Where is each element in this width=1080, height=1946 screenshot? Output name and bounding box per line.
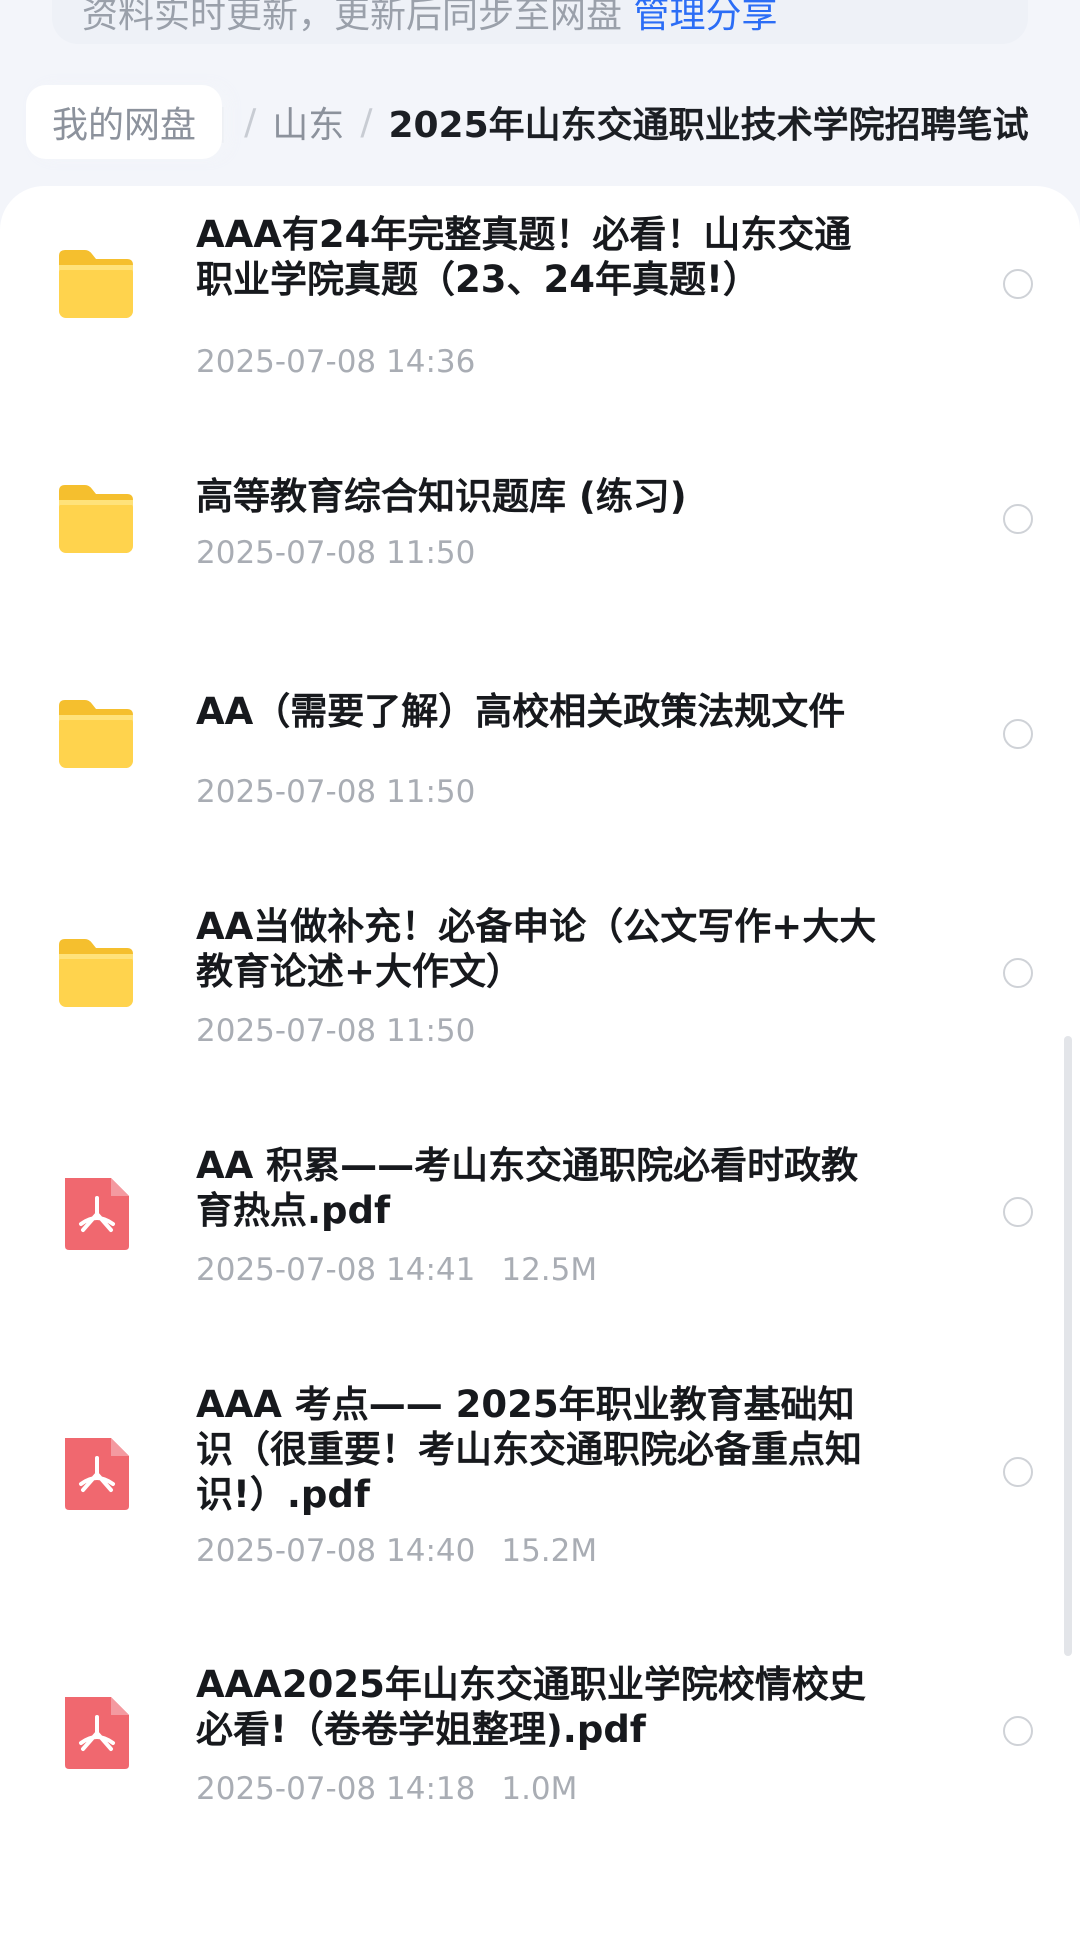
select-checkbox[interactable]: [1003, 504, 1033, 534]
file-name[interactable]: AAA 考点—— 2025年职业教育基础知识（很重要！考山东交通职院必备重点知识…: [196, 1382, 886, 1517]
breadcrumb: 我的网盘 | / 山东 / 2025年山东交通职业技术学院招聘笔试: [0, 72, 1080, 172]
file-date: 2025-07-08 14:18: [196, 1771, 476, 1807]
select-checkbox[interactable]: [1003, 269, 1033, 299]
manage-share-link[interactable]: 管理分享: [633, 0, 777, 36]
pdf-icon: [55, 1693, 137, 1769]
file-date: 2025-07-08 14:36: [196, 344, 476, 380]
file-date: 2025-07-08 14:41: [196, 1252, 476, 1288]
folder-icon: [55, 246, 137, 322]
file-name[interactable]: AA 积累——考山东交通职院必看时政教育热点.pdf: [196, 1143, 886, 1233]
file-name[interactable]: 高等教育综合知识题库 (练习): [196, 474, 886, 519]
file-meta: 2025-07-08 11:50: [196, 1013, 501, 1049]
select-checkbox[interactable]: [1003, 719, 1033, 749]
file-meta: 2025-07-08 11:50: [196, 535, 501, 571]
file-name[interactable]: AA（需要了解）高校相关政策法规文件: [196, 689, 886, 734]
notice-text: 资料实时更新，更新后同步至网盘 管理分享: [82, 0, 777, 38]
select-checkbox[interactable]: [1003, 1197, 1033, 1227]
file-size: 15.2M: [501, 1533, 598, 1569]
pdf-icon: [55, 1174, 137, 1250]
file-name[interactable]: AAA有24年完整真题！必看！山东交通职业学院真题（23、24年真题!）: [196, 212, 886, 302]
folder-icon: [55, 696, 137, 772]
select-checkbox[interactable]: [1003, 958, 1033, 988]
select-checkbox[interactable]: [1003, 1716, 1033, 1746]
breadcrumb-current: 2025年山东交通职业技术学院招聘笔试: [388, 105, 1029, 146]
file-name[interactable]: AA当做补充！必备申论（公文写作+大大教育论述+大作文）: [196, 904, 886, 994]
folder-icon: [55, 935, 137, 1011]
breadcrumb-middle[interactable]: 山东: [272, 96, 344, 148]
select-checkbox[interactable]: [1003, 1457, 1033, 1487]
file-date: 2025-07-08 14:40: [196, 1533, 476, 1569]
breadcrumb-root[interactable]: 我的网盘: [26, 85, 223, 159]
file-date: 2025-07-08 11:50: [196, 535, 476, 571]
file-date: 2025-07-08 11:50: [196, 1013, 476, 1049]
file-size: 1.0M: [501, 1771, 578, 1807]
file-meta: 2025-07-08 14:40 15.2M: [196, 1533, 597, 1569]
file-meta: 2025-07-08 14:36: [196, 344, 501, 380]
file-size: 12.5M: [501, 1252, 598, 1288]
file-meta: 2025-07-08 14:41 12.5M: [196, 1252, 597, 1288]
breadcrumb-separator: /: [244, 101, 257, 143]
file-date: 2025-07-08 11:50: [196, 774, 476, 810]
notice-card: 资料实时更新，更新后同步至网盘 管理分享: [52, 0, 1028, 44]
pdf-icon: [55, 1434, 137, 1510]
breadcrumb-separator: /: [360, 101, 373, 143]
folder-icon: [55, 481, 137, 557]
scrollbar[interactable]: [1064, 1036, 1072, 1656]
file-name[interactable]: AAA2025年山东交通职业学院校情校史必看!（卷卷学姐整理).pdf: [196, 1662, 886, 1752]
file-meta: 2025-07-08 11:50: [196, 774, 501, 810]
notice-message: 资料实时更新，更新后同步至网盘: [82, 0, 623, 36]
file-meta: 2025-07-08 14:18 1.0M: [196, 1771, 577, 1807]
